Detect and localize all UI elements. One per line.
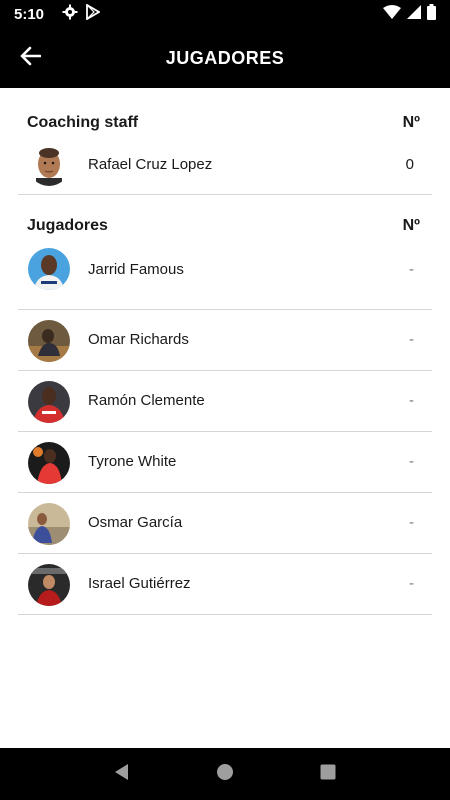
avatar — [28, 320, 70, 362]
play-store-icon — [86, 2, 101, 25]
battery-icon — [427, 3, 436, 25]
player-name: Israel Gutiérrez — [88, 575, 191, 592]
staff-number: 0 — [405, 156, 414, 173]
player-number: - — [409, 331, 414, 348]
status-time: 5:10 — [14, 5, 45, 23]
staff-name: Rafael Cruz Lopez — [88, 156, 213, 173]
player-name: Tyrone White — [88, 453, 177, 470]
section-title-coaching-staff: Coaching staff — [27, 114, 139, 131]
player-number: - — [409, 392, 414, 409]
wifi-icon — [383, 4, 401, 24]
nav-home-button[interactable] — [205, 754, 245, 794]
back-triangle-icon — [113, 763, 131, 786]
page-title: JUGADORES — [165, 47, 285, 68]
coaching-staff-header: Coaching staff Nº — [18, 88, 432, 138]
back-button[interactable] — [12, 40, 48, 76]
avatar — [28, 503, 70, 545]
nav-back-button[interactable] — [102, 754, 142, 794]
player-number: - — [409, 453, 414, 470]
player-number: - — [409, 514, 414, 531]
avatar — [28, 144, 70, 186]
player-name: Ramón Clemente — [88, 392, 205, 409]
recents-square-icon — [320, 764, 336, 785]
players-header: Jugadores Nº — [18, 202, 432, 248]
player-row-israel-gutierrez[interactable]: Israel Gutiérrez - — [18, 554, 432, 615]
staff-row-rafael-cruz-lopez[interactable]: Rafael Cruz Lopez 0 — [18, 138, 432, 195]
avatar — [28, 442, 70, 484]
nav-recents-button[interactable] — [308, 754, 348, 794]
section-title-jugadores: Jugadores — [27, 217, 108, 234]
status-bar: 5:10 — [0, 0, 450, 28]
avatar — [28, 564, 70, 606]
number-column-header: Nº — [402, 114, 420, 131]
main-content[interactable]: Coaching staff Nº Rafael Cruz Lopez 0 Ju… — [0, 88, 450, 748]
player-row-ramon-clemente[interactable]: Ramón Clemente - — [18, 371, 432, 432]
player-number: - — [409, 261, 414, 278]
arrow-left-icon — [19, 46, 42, 71]
status-right — [383, 3, 436, 25]
status-left: 5:10 — [14, 2, 101, 25]
player-row-omar-richards[interactable]: Omar Richards - — [18, 310, 432, 371]
player-row-tyrone-white[interactable]: Tyrone White - — [18, 432, 432, 493]
home-circle-icon — [216, 763, 234, 786]
player-row-jarrid-famous[interactable]: Jarrid Famous - — [18, 248, 432, 310]
gear-icon — [62, 4, 78, 25]
player-name: Omar Richards — [88, 331, 189, 348]
system-nav-bar — [0, 748, 450, 800]
avatar — [28, 248, 70, 290]
player-name: Jarrid Famous — [88, 261, 184, 278]
player-number: - — [409, 575, 414, 592]
cell-signal-icon — [407, 4, 421, 24]
player-name: Osmar García — [88, 514, 183, 531]
avatar — [28, 381, 70, 423]
player-row-osmar-garcia[interactable]: Osmar García - — [18, 493, 432, 554]
number-column-header: Nº — [402, 217, 420, 234]
app-bar: JUGADORES — [0, 28, 450, 88]
